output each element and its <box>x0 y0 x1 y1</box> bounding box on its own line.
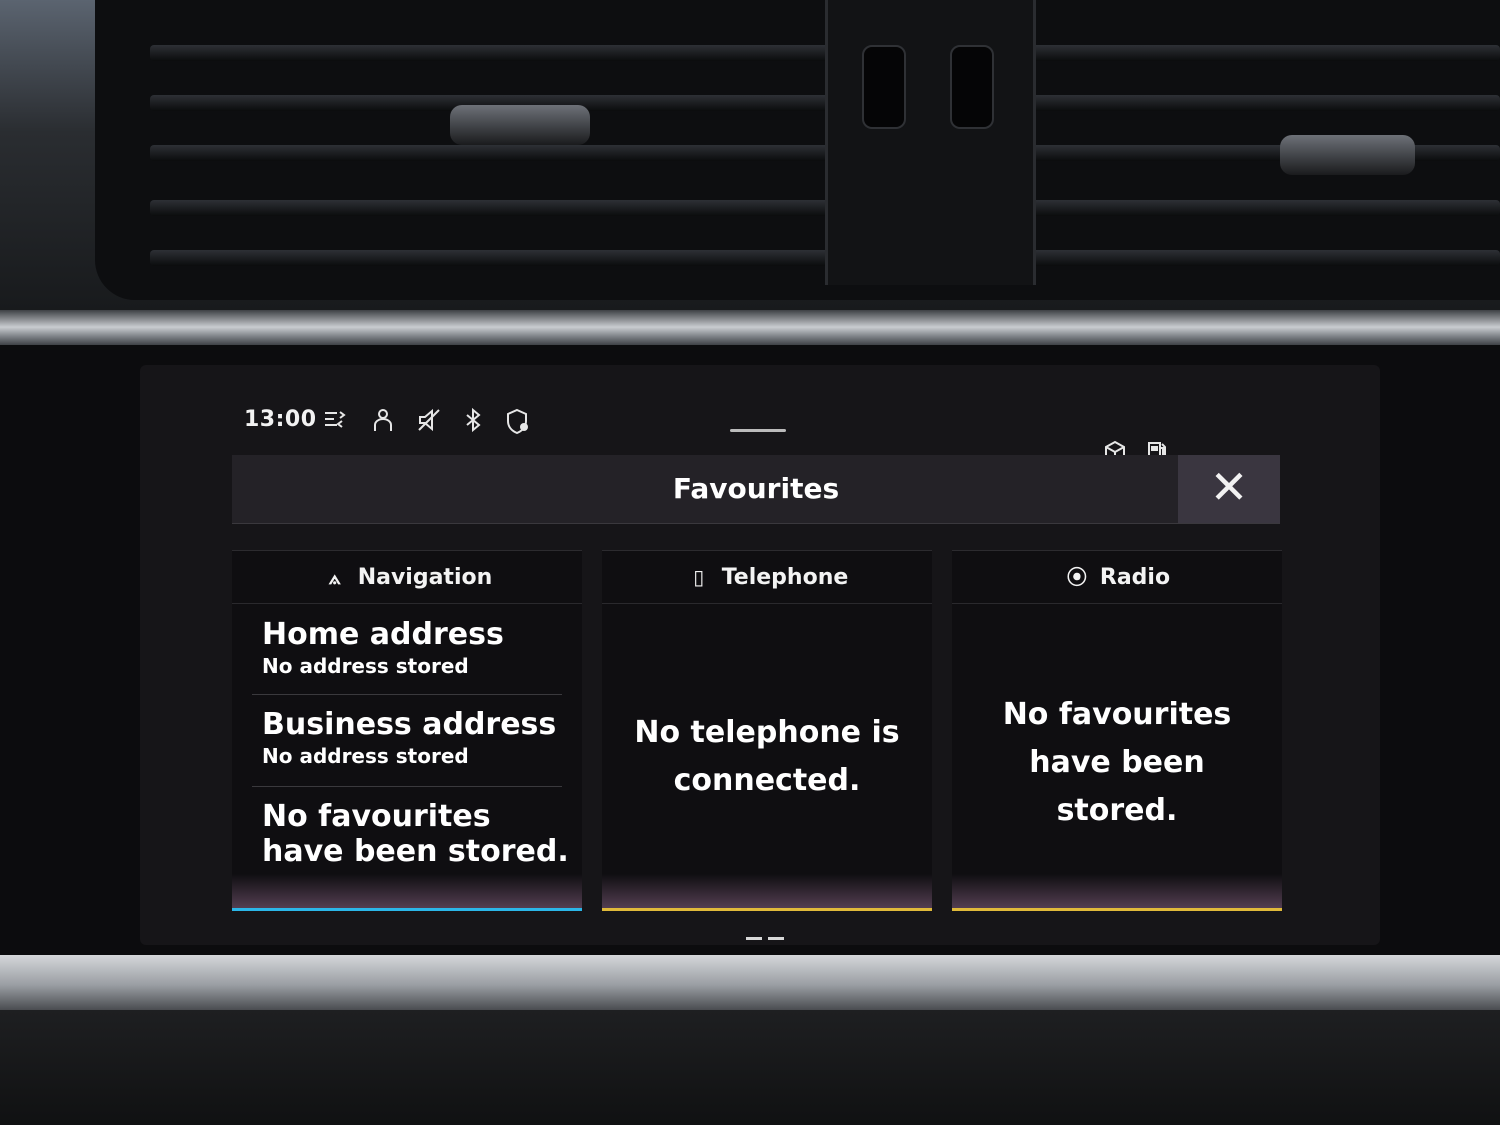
mute-icon[interactable] <box>416 407 442 433</box>
person-icon[interactable] <box>370 407 396 433</box>
close-icon: ✕ <box>1209 460 1249 514</box>
radio-icon: ⦿ <box>1066 565 1087 589</box>
business-address-title: Business address <box>262 707 557 742</box>
navigation-empty-message: No favourites have been stored. <box>262 799 569 869</box>
radio-message-line2: have been <box>1029 745 1205 780</box>
radio-empty-message: No favourites have been stored. <box>952 691 1282 835</box>
traffic-info-icon <box>322 407 348 433</box>
vent-knob <box>1280 135 1415 175</box>
location-shield-icon[interactable] <box>504 407 530 435</box>
navigation-card: ⟑ Navigation Home address No address stor… <box>232 550 582 911</box>
chrome-trim <box>0 310 1500 348</box>
radio-accent-line <box>952 908 1282 911</box>
page-title: Favourites <box>672 472 840 505</box>
bluetooth-icon[interactable] <box>460 407 486 433</box>
navigation-icon: ⟑ <box>328 565 341 589</box>
favourites-header: Favourites ✕ <box>232 455 1280 524</box>
telephone-empty-message: No telephone is connected. <box>602 709 932 805</box>
business-address-item[interactable]: Business address No address stored <box>262 707 562 768</box>
home-address-item[interactable]: Home address No address stored <box>262 617 562 678</box>
phone-icon: ▯ <box>693 565 705 589</box>
card-glow <box>952 874 1282 908</box>
radio-label: Radio <box>1099 565 1171 590</box>
radio-tab[interactable]: ⦿ Radio <box>952 551 1282 604</box>
infotainment-screen: 13:00 Favourites ✕ ⟑ Navigation Home add… <box>140 365 1380 945</box>
telephone-message-line1: No telephone is <box>634 715 900 750</box>
radio-card: ⦿ Radio No favourites have been stored. <box>952 550 1282 911</box>
vent-switch <box>950 45 994 129</box>
navigation-label: Navigation <box>357 565 493 590</box>
home-address-status: No address stored <box>262 654 469 678</box>
radio-message-line1: No favourites <box>1002 697 1232 732</box>
vent-switch <box>862 45 906 129</box>
page-dot <box>768 937 784 940</box>
radio-message-line3: stored. <box>1056 793 1178 828</box>
navigation-accent-line <box>232 908 582 911</box>
divider <box>252 786 562 787</box>
dashboard-lower <box>0 1010 1500 1125</box>
chrome-trim <box>0 955 1500 1015</box>
vent-control-block <box>825 0 1036 285</box>
drag-handle[interactable] <box>730 429 786 432</box>
navigation-empty-line1: No favourites <box>262 799 491 834</box>
telephone-accent-line <box>602 908 932 911</box>
close-button[interactable]: ✕ <box>1178 455 1280 523</box>
divider <box>252 694 562 695</box>
vent-knob <box>450 105 590 145</box>
telephone-tab[interactable]: ▯ Telephone <box>602 551 932 604</box>
home-address-title: Home address <box>262 617 504 652</box>
card-glow <box>232 874 582 908</box>
status-bar: 13:00 <box>140 365 1380 464</box>
telephone-message-line2: connected. <box>673 763 861 798</box>
navigation-tab[interactable]: ⟑ Navigation <box>232 551 582 604</box>
navigation-empty-line2: have been stored. <box>262 834 569 869</box>
clock: 13:00 <box>244 407 317 432</box>
card-glow <box>602 874 932 908</box>
page-dot <box>746 937 762 940</box>
telephone-card: ▯ Telephone No telephone is connected. <box>602 550 932 911</box>
telephone-label: Telephone <box>721 565 849 590</box>
page-indicator <box>746 925 790 944</box>
business-address-status: No address stored <box>262 744 469 768</box>
